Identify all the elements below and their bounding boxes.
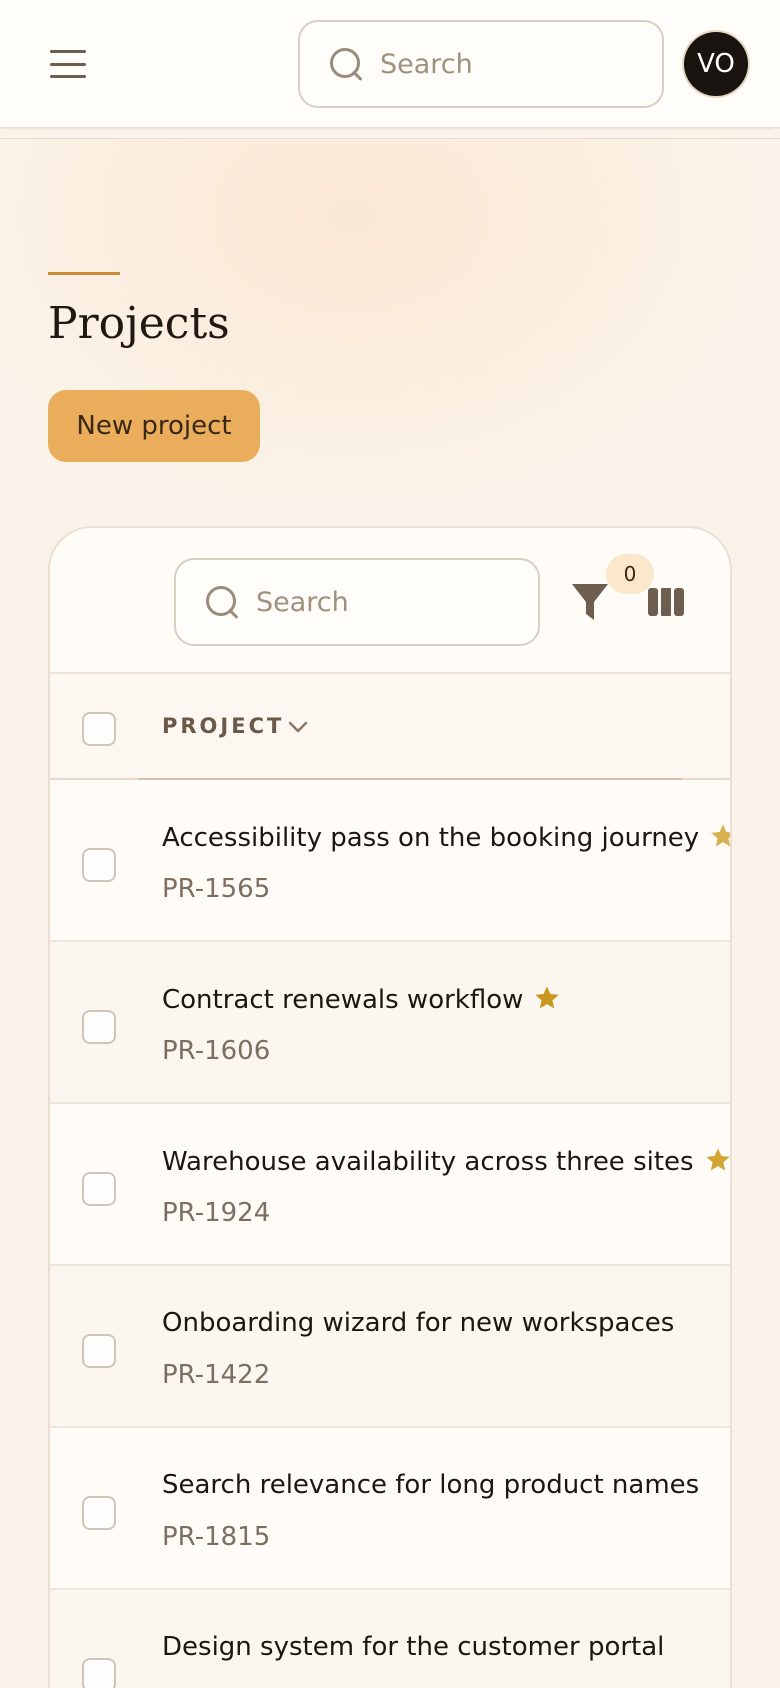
star-icon[interactable]: [709, 822, 730, 857]
row-title[interactable]: Design system for the customer portal: [162, 1632, 664, 1662]
table-toolbar: 0: [50, 528, 730, 674]
column-header-project[interactable]: PROJECT: [162, 714, 284, 738]
row-title[interactable]: Search relevance for long product names: [162, 1470, 699, 1500]
star-icon[interactable]: [704, 1146, 730, 1181]
filter-icon[interactable]: [570, 580, 610, 624]
table-row[interactable]: Onboarding wizard for new workspaces PR-…: [50, 1266, 730, 1428]
row-id: PR-1924: [162, 1198, 271, 1228]
global-search[interactable]: [298, 20, 664, 108]
search-icon: [328, 46, 364, 82]
table-row[interactable]: Search relevance for long product names …: [50, 1428, 730, 1590]
top-bar: VO: [0, 0, 780, 128]
table-row[interactable]: Accessibility pass on the booking journe…: [50, 780, 730, 942]
row-checkbox[interactable]: [82, 1658, 116, 1688]
row-id: PR-1565: [162, 874, 271, 904]
global-search-input[interactable]: [380, 48, 640, 80]
chevron-down-icon[interactable]: [286, 714, 310, 738]
table-row[interactable]: Contract renewals workflow PR-1606: [50, 942, 730, 1104]
page-title: Projects: [48, 298, 230, 349]
row-id: PR-1815: [162, 1522, 271, 1552]
row-id: PR-1606: [162, 1036, 271, 1066]
table-header: PROJECT: [50, 674, 730, 780]
row-title[interactable]: Warehouse availability across three site…: [162, 1146, 730, 1181]
columns-icon[interactable]: [646, 586, 686, 618]
select-all-checkbox[interactable]: [82, 712, 116, 746]
row-title[interactable]: Accessibility pass on the booking journe…: [162, 822, 730, 857]
user-avatar[interactable]: VO: [684, 32, 748, 96]
row-checkbox[interactable]: [82, 1010, 116, 1044]
hamburger-menu-icon[interactable]: [46, 46, 90, 82]
projects-table-card: 0 PROJECT Accessibility pass on the book…: [48, 526, 732, 1688]
new-project-button[interactable]: New project: [48, 390, 260, 462]
table-search-input[interactable]: [256, 586, 506, 618]
row-checkbox[interactable]: [82, 1172, 116, 1206]
row-checkbox[interactable]: [82, 1334, 116, 1368]
row-id: PR-1422: [162, 1360, 271, 1390]
table-row[interactable]: Design system for the customer portal: [50, 1590, 730, 1688]
row-title[interactable]: Contract renewals workflow: [162, 984, 561, 1019]
star-icon[interactable]: [533, 984, 561, 1019]
row-checkbox[interactable]: [82, 848, 116, 882]
title-accent-line: [48, 272, 120, 275]
row-checkbox[interactable]: [82, 1496, 116, 1530]
table-row[interactable]: Warehouse availability across three site…: [50, 1104, 730, 1266]
row-title[interactable]: Onboarding wizard for new workspaces: [162, 1308, 674, 1338]
table-search[interactable]: [174, 558, 540, 646]
header-divider: [0, 138, 780, 139]
search-icon: [204, 584, 240, 620]
